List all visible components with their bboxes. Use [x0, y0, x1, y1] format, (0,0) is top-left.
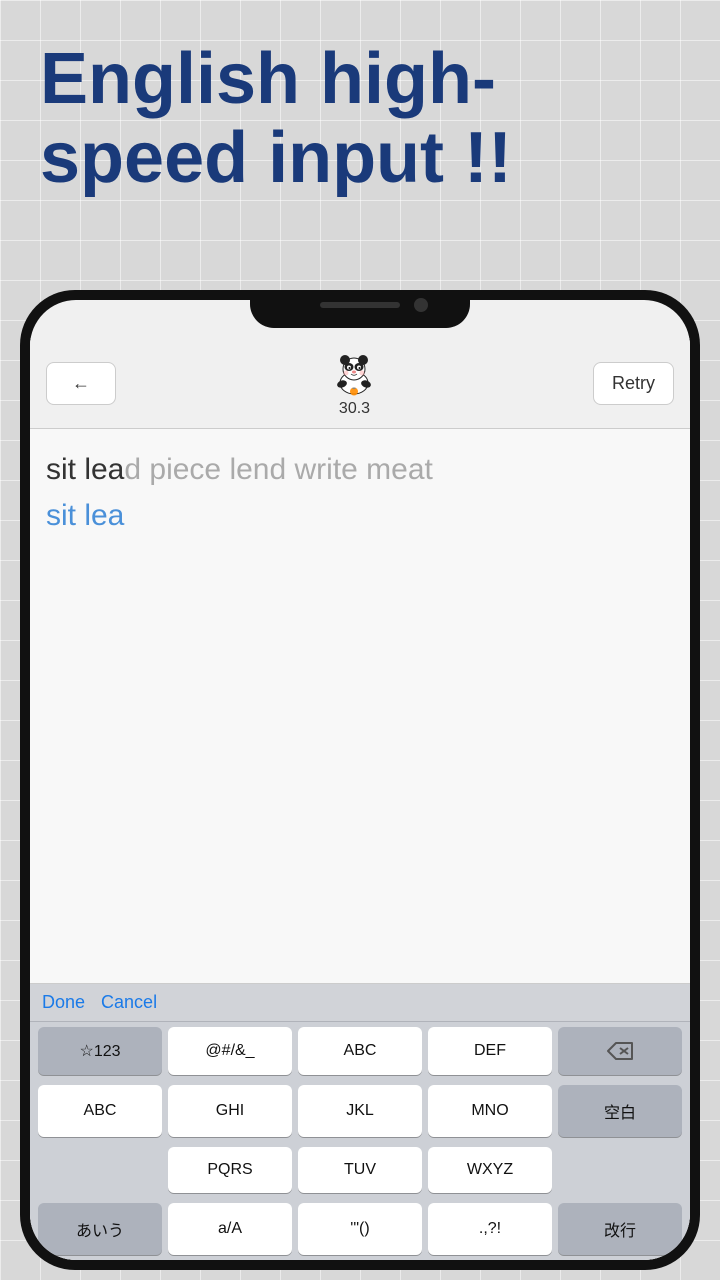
phone-notch	[250, 290, 470, 328]
keyboard-row-4: あいう a/A '"() .,?! 改行	[30, 1198, 690, 1260]
key-jkl[interactable]: JKL	[298, 1085, 422, 1137]
key-mno[interactable]: MNO	[428, 1085, 552, 1137]
key-aiueo[interactable]: あいう	[38, 1203, 162, 1255]
keyboard-toolbar: Done Cancel	[30, 984, 690, 1022]
keyboard-row-2: ABC GHI JKL MNO 空白	[30, 1080, 690, 1142]
input-line: sit lea	[46, 499, 674, 533]
key-symbols[interactable]: @#/&_	[168, 1027, 292, 1075]
input-typed: sit lea	[46, 499, 124, 532]
key-star123[interactable]: ☆123	[38, 1027, 162, 1075]
key-quotes[interactable]: '"()	[298, 1203, 422, 1255]
prompt-typed: sit lea	[46, 453, 124, 486]
key-abc[interactable]: ABC	[38, 1085, 162, 1137]
cancel-button[interactable]: Cancel	[101, 992, 157, 1013]
key-def[interactable]: DEF	[428, 1027, 552, 1075]
panda-score-container: 30.3	[126, 348, 583, 418]
key-space-jp[interactable]: 空白	[558, 1085, 682, 1137]
key-tuv[interactable]: TUV	[298, 1147, 422, 1193]
key-pqrs[interactable]: PQRS	[168, 1147, 292, 1193]
phone-screen: ←	[30, 300, 690, 1260]
phone-frame: ←	[20, 290, 700, 1270]
prompt-remaining: d piece lend write meat	[124, 453, 433, 486]
score-display: 30.3	[339, 400, 370, 418]
key-punctuation[interactable]: .,?!	[428, 1203, 552, 1255]
panda-icon	[329, 348, 379, 398]
keyboard: ☆123 @#/&_ ABC DEF ABC GHI	[30, 1022, 690, 1260]
keyboard-row-1: ☆123 @#/&_ ABC DEF	[30, 1022, 690, 1080]
retry-button[interactable]: Retry	[593, 362, 674, 405]
text-display: sit lead piece lend write meat sit lea	[30, 429, 690, 984]
app-content: ←	[30, 338, 690, 1260]
camera	[414, 298, 428, 312]
speaker	[320, 302, 400, 308]
key-wxyz[interactable]: WXYZ	[428, 1147, 552, 1193]
delete-button[interactable]	[558, 1027, 682, 1075]
done-button[interactable]: Done	[42, 992, 85, 1013]
key-ghi[interactable]: GHI	[168, 1085, 292, 1137]
prompt-line: sit lead piece lend write meat	[46, 449, 674, 491]
key-case-toggle[interactable]: a/A	[168, 1203, 292, 1255]
key-newline[interactable]: 改行	[558, 1203, 682, 1255]
top-bar: ←	[30, 338, 690, 429]
backspace-icon	[606, 1041, 634, 1061]
keyboard-row-3: PQRS TUV WXYZ	[30, 1142, 690, 1198]
key-abc-upper[interactable]: ABC	[298, 1027, 422, 1075]
page-title: English high-speed input !!	[40, 40, 680, 198]
back-button[interactable]: ←	[46, 362, 116, 405]
